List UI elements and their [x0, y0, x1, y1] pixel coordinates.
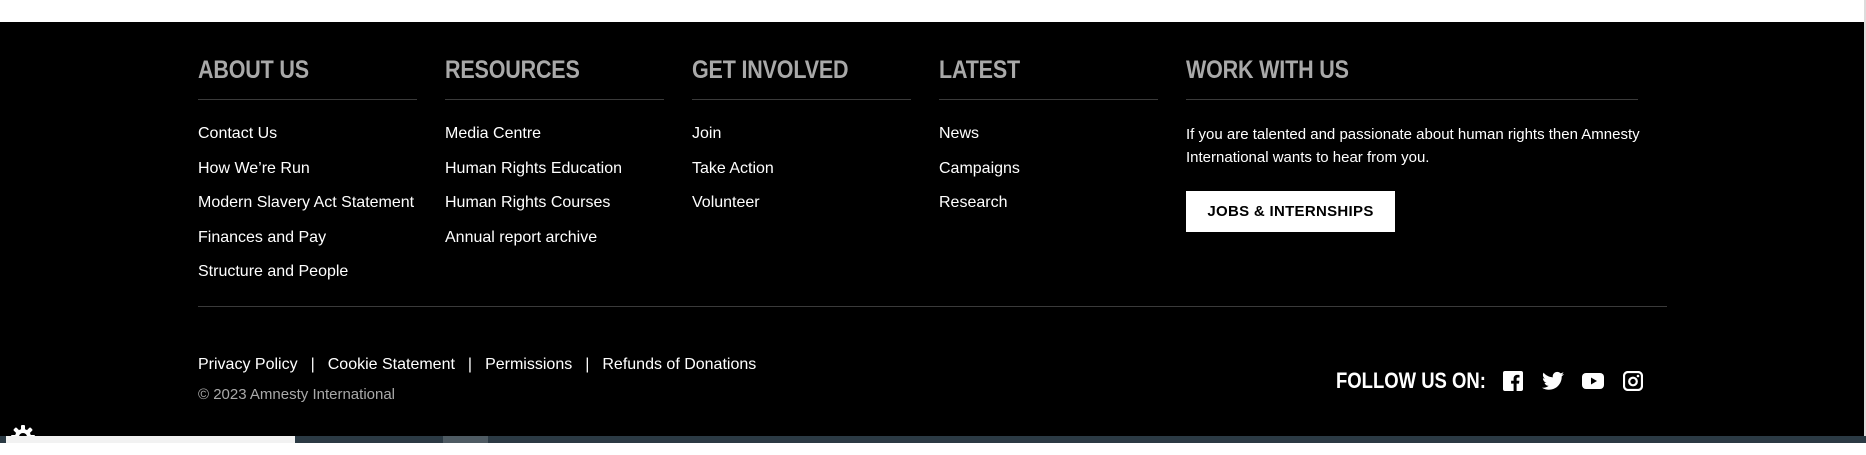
work-with-us-text: If you are talented and passionate about…	[1186, 126, 1640, 166]
facebook-icon[interactable]	[1500, 368, 1526, 394]
column-divider	[198, 99, 417, 100]
footer-link-volunteer[interactable]: Volunteer	[692, 192, 911, 227]
footer-divider	[198, 306, 1667, 307]
top-white-strip	[0, 0, 1866, 22]
footer-column-resources: RESOURCES Media Centre Human Rights Educ…	[445, 50, 664, 261]
column-heading: WORK WITH US	[1186, 56, 1349, 84]
footer-link-take-action[interactable]: Take Action	[692, 158, 911, 193]
site-footer: ABOUT US Contact Us How We’re Run Modern…	[0, 22, 1864, 449]
link-separator: |	[310, 356, 315, 373]
footer-link-media-centre[interactable]: Media Centre	[445, 123, 664, 158]
footer-column-latest: LATEST News Campaigns Research	[939, 50, 1158, 227]
footer-link-annual-report[interactable]: Annual report archive	[445, 227, 664, 262]
column-divider	[692, 99, 911, 100]
link-list: Join Take Action Volunteer	[692, 123, 911, 227]
link-list: News Campaigns Research	[939, 123, 1158, 227]
follow-us-label: FOLLOW US ON:	[1336, 368, 1486, 393]
permissions-link[interactable]: Permissions	[485, 356, 572, 374]
twitter-icon[interactable]	[1540, 368, 1566, 394]
footer-link-hr-education[interactable]: Human Rights Education	[445, 158, 664, 193]
copyright-text: © 2023 Amnesty International	[198, 386, 396, 403]
column-divider	[445, 99, 664, 100]
column-divider	[1186, 99, 1638, 100]
bottom-strip-segment	[443, 436, 488, 443]
bottom-edge-strip	[0, 436, 1866, 443]
footer-link-modern-slavery[interactable]: Modern Slavery Act Statement	[198, 192, 417, 227]
privacy-policy-link[interactable]: Privacy Policy	[198, 356, 298, 374]
footer-link-join[interactable]: Join	[692, 123, 911, 158]
footer-link-structure[interactable]: Structure and People	[198, 261, 417, 296]
column-heading: LATEST	[939, 56, 1020, 84]
refunds-link[interactable]: Refunds of Donations	[602, 356, 756, 374]
footer-link-hr-courses[interactable]: Human Rights Courses	[445, 192, 664, 227]
jobs-internships-button[interactable]: JOBS & INTERNSHIPS	[1186, 191, 1395, 232]
footer-column-work-with-us: WORK WITH US If you are talented and pas…	[1186, 50, 1640, 232]
footer-column-about-us: ABOUT US Contact Us How We’re Run Modern…	[198, 50, 417, 296]
footer-link-research[interactable]: Research	[939, 192, 1158, 227]
footer-link-how-were-run[interactable]: How We’re Run	[198, 158, 417, 193]
footer-link-campaigns[interactable]: Campaigns	[939, 158, 1158, 193]
cookie-statement-link[interactable]: Cookie Statement	[328, 356, 455, 374]
bottom-strip-segment	[6, 436, 295, 443]
footer-link-contact-us[interactable]: Contact Us	[198, 123, 417, 158]
link-separator: |	[585, 356, 590, 373]
legal-links: Privacy Policy | Cookie Statement | Perm…	[198, 356, 756, 374]
link-list: Media Centre Human Rights Education Huma…	[445, 123, 664, 261]
column-heading: GET INVOLVED	[692, 56, 849, 84]
follow-us: FOLLOW US ON:	[1336, 368, 1646, 394]
instagram-icon[interactable]	[1620, 368, 1646, 394]
column-heading: RESOURCES	[445, 56, 580, 84]
footer-link-finances[interactable]: Finances and Pay	[198, 227, 417, 262]
link-separator: |	[467, 356, 473, 373]
column-divider	[939, 99, 1158, 100]
footer-column-get-involved: GET INVOLVED Join Take Action Volunteer	[692, 50, 911, 227]
link-list: Contact Us How We’re Run Modern Slavery …	[198, 123, 417, 296]
footer-link-news[interactable]: News	[939, 123, 1158, 158]
column-heading: ABOUT US	[198, 56, 309, 84]
youtube-icon[interactable]	[1580, 368, 1606, 394]
